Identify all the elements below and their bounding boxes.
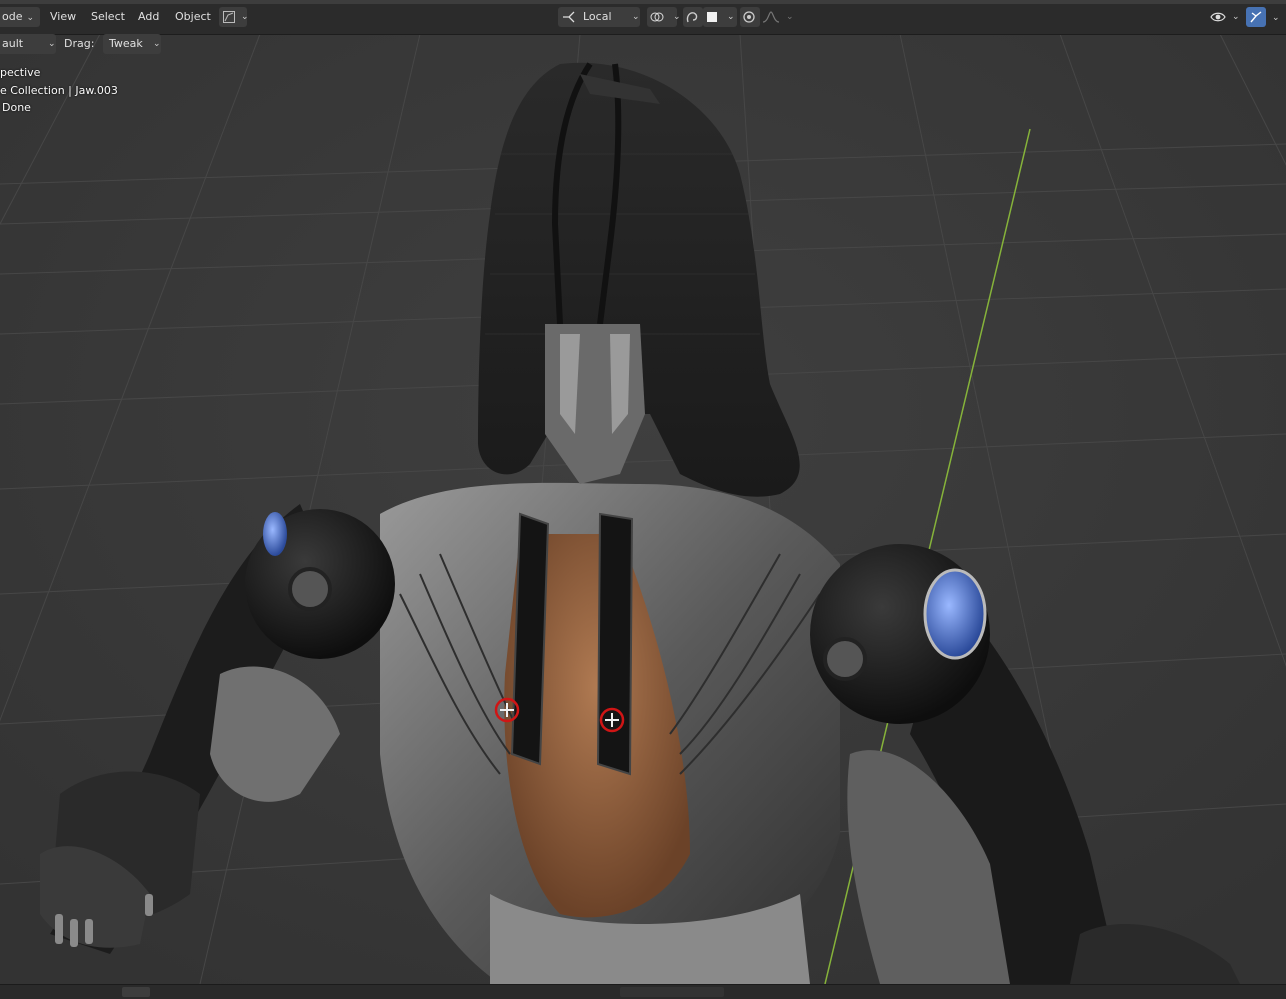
menu-view[interactable]: View [46, 7, 80, 27]
chevron-down-icon: ⌄ [632, 12, 640, 22]
viewport-header: ode ⌄ View Select Add Object ⌄ Local ⌄ ⌄ … [0, 0, 1286, 35]
gizmo-icon [1250, 11, 1262, 23]
3d-viewport[interactable]: pective e Collection | Jaw.003 Done [0, 34, 1286, 984]
pivot-icon [650, 12, 664, 22]
transform-orientation-left-dropdown[interactable]: ault ⌄ [0, 34, 56, 54]
mode-dropdown[interactable]: ode ⌄ [0, 7, 40, 27]
gizmo-toggle[interactable] [1246, 7, 1266, 27]
chevron-down-icon: ⌄ [1272, 13, 1280, 23]
proportional-falloff-dropdown[interactable]: ⌄ [762, 7, 794, 27]
statusbar-icon [1226, 987, 1240, 997]
proportional-edit-icon [743, 11, 755, 23]
chevron-down-icon: ⌄ [1232, 12, 1240, 22]
workspace-tabs-strip [0, 0, 1286, 4]
operation-status-label: Done [2, 101, 31, 114]
chevron-down-icon: ⌄ [48, 39, 56, 49]
chevron-down-icon: ⌄ [727, 12, 735, 22]
statusbar-keymap-hints [160, 990, 400, 994]
snap-target-dropdown[interactable]: ⌄ [703, 7, 737, 27]
collection-info-label: e Collection | Jaw.003 [0, 84, 118, 97]
transform-orientation-dropdown[interactable]: Local ⌄ [558, 7, 640, 27]
statusbar-field[interactable] [620, 987, 724, 997]
statusbar-button[interactable] [122, 987, 150, 997]
drag-label: Drag: [64, 37, 95, 50]
visibility-dropdown[interactable]: ⌄ [1208, 7, 1240, 27]
transform-orientation-label: Local [583, 10, 612, 23]
menu-add[interactable]: Add [134, 7, 163, 27]
viewport-scene [0, 34, 1286, 984]
object-type-visibility-dropdown[interactable]: ⌄ [219, 7, 249, 27]
chevron-down-icon: ⌄ [786, 12, 794, 22]
right-strap [596, 512, 634, 776]
drag-mode-label: Tweak [109, 37, 143, 50]
menu-object[interactable]: Object [171, 7, 215, 27]
chevron-down-icon: ⌄ [153, 39, 161, 49]
statusbar-icon [1260, 987, 1274, 997]
mode-label: ode [2, 10, 23, 23]
object-type-icon [223, 11, 235, 23]
menu-select[interactable]: Select [87, 7, 129, 27]
snap-target-icon [707, 12, 717, 22]
view-name-label: pective [0, 66, 41, 79]
tool-settings: ault ⌄ Drag: Tweak ⌄ [0, 34, 170, 58]
gizmo-dropdown[interactable]: ⌄ [1268, 7, 1284, 27]
chevron-down-icon: ⌄ [26, 13, 35, 23]
transform-orientation-icon [563, 11, 575, 23]
drag-mode-dropdown[interactable]: Tweak ⌄ [103, 34, 161, 54]
chevron-down-icon: ⌄ [241, 12, 249, 22]
overlay-icon [1210, 12, 1226, 22]
snap-toggle[interactable] [683, 7, 703, 27]
status-bar [0, 984, 1286, 999]
pivot-point-dropdown[interactable]: ⌄ [647, 7, 681, 27]
snap-icon [686, 12, 698, 23]
chevron-down-icon: ⌄ [673, 12, 681, 22]
orientation-left-label: ault [2, 37, 24, 50]
falloff-curve-icon [762, 11, 780, 23]
proportional-edit-toggle[interactable] [740, 7, 760, 27]
